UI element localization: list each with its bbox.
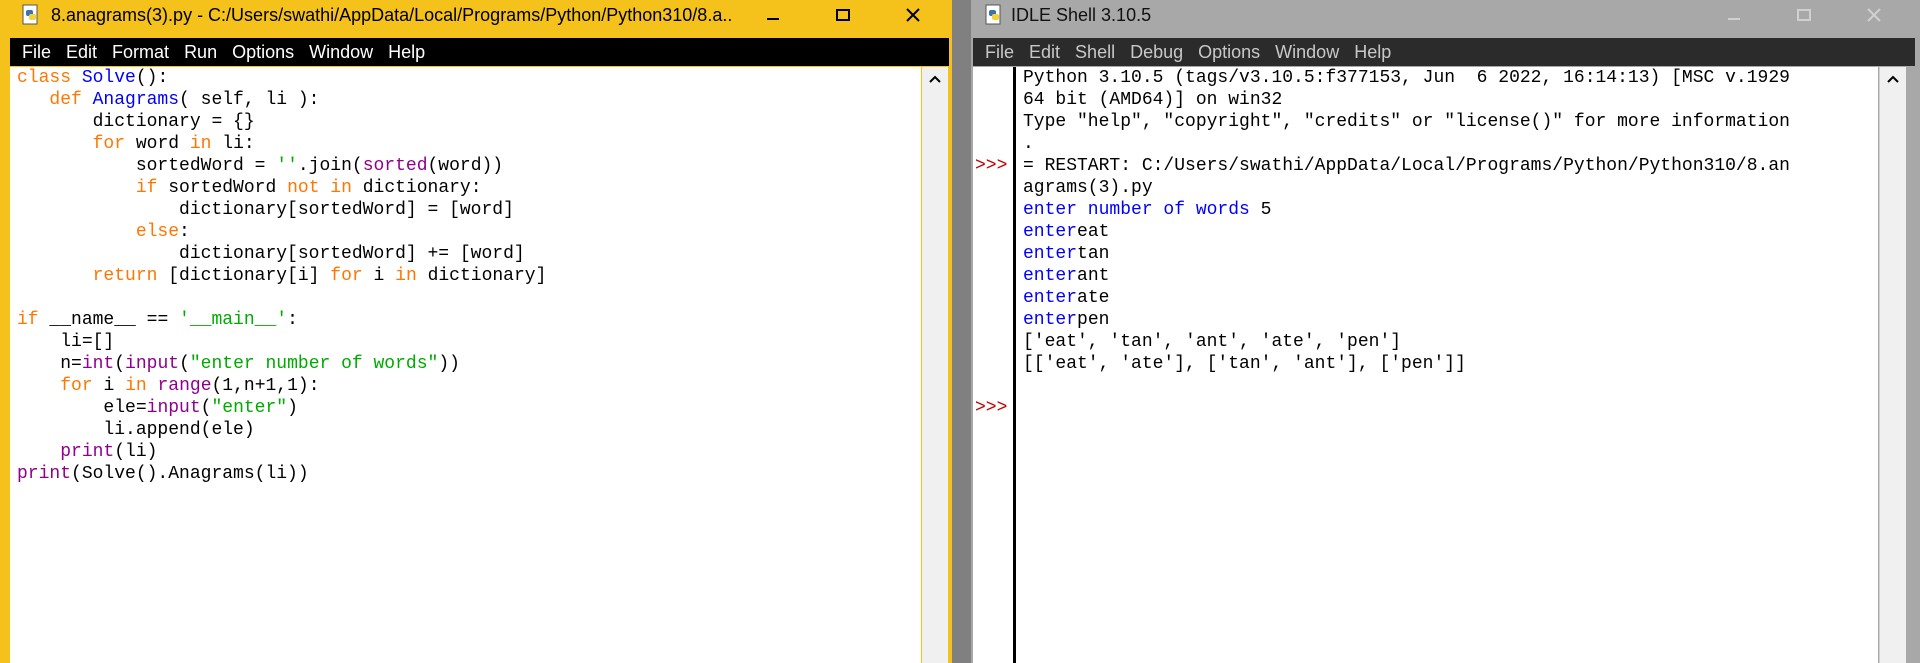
code-line: li.append(ele): [103, 420, 255, 440]
editor-close-button[interactable]: [878, 0, 948, 30]
shell-window: IDLE Shell 3.10.5 File Edit Shell Debug …: [971, 0, 1920, 663]
shell-menu-window[interactable]: Window: [1275, 42, 1339, 63]
code-line: dictionary[sortedWord] = [word]: [179, 200, 514, 220]
maximize-icon: [1797, 9, 1811, 21]
shell-vertical-scrollbar[interactable]: [1879, 67, 1906, 663]
scroll-up-arrow-icon: [929, 75, 941, 83]
shell-line: agrams(3).py: [1023, 178, 1153, 198]
shell-prompt: >>>: [975, 398, 1008, 418]
editor-menu-file[interactable]: File: [22, 42, 51, 63]
shell-line: enterpen: [1023, 310, 1110, 330]
code-line: class Solve():: [17, 68, 169, 88]
shell-titlebar[interactable]: IDLE Shell 3.10.5: [971, 0, 1920, 30]
python-shell-icon: [983, 4, 1005, 26]
editor-menu-format[interactable]: Format: [112, 42, 169, 63]
minimize-icon: [1728, 18, 1740, 20]
code-line: dictionary[sortedWord] += [word]: [179, 244, 525, 264]
scroll-up-arrow-icon: [1887, 75, 1899, 83]
editor-menu-options[interactable]: Options: [232, 42, 294, 63]
scroll-up-button[interactable]: [922, 67, 948, 91]
scroll-up-button[interactable]: [1880, 67, 1906, 91]
shell-window-title: IDLE Shell 3.10.5: [1011, 5, 1152, 25]
shell-line: enterate: [1023, 288, 1110, 308]
editor-menu-edit[interactable]: Edit: [66, 42, 97, 63]
minimize-icon: [767, 18, 779, 20]
shell-line: entertan: [1023, 244, 1110, 264]
code-line: n=int(input("enter number of words")): [60, 354, 460, 374]
editor-menu-window[interactable]: Window: [309, 42, 373, 63]
shell-line: 64 bit (AMD64)] on win32: [1023, 90, 1283, 110]
shell-line: .: [1023, 134, 1034, 154]
editor-menubar: File Edit Format Run Options Window Help: [10, 38, 949, 66]
shell-maximize-button[interactable]: [1769, 0, 1839, 30]
code-line: else:: [135, 222, 190, 242]
shell-line: enterant: [1023, 266, 1110, 286]
shell-menu-options[interactable]: Options: [1198, 42, 1260, 63]
editor-code-area[interactable]: class Solve(): def Anagrams( self, li ):…: [10, 67, 921, 663]
shell-line: entereat: [1023, 222, 1110, 242]
shell-menu-edit[interactable]: Edit: [1029, 42, 1060, 63]
code-line: for i in range(1,n+1,1):: [60, 376, 320, 396]
code-line: if sortedWord not in dictionary:: [135, 178, 482, 198]
editor-minimize-button[interactable]: [738, 0, 808, 30]
code-line: print(Solve().Anagrams(li)): [17, 464, 309, 484]
code-line: print(li): [60, 442, 158, 462]
shell-line: enter number of words 5: [1023, 200, 1272, 220]
code-line: for word in li:: [92, 134, 255, 154]
editor-menu-help[interactable]: Help: [388, 42, 425, 63]
maximize-icon: [836, 9, 850, 21]
shell-line: Python 3.10.5 (tags/v3.10.5:f377153, Jun…: [1023, 68, 1790, 88]
shell-menu-debug[interactable]: Debug: [1130, 42, 1183, 63]
editor-window: 8.anagrams(3).py - C:/Users/swathi/AppDa…: [0, 0, 952, 663]
shell-menu-help[interactable]: Help: [1354, 42, 1391, 63]
shell-line: Type "help", "copyright", "credits" or "…: [1023, 112, 1790, 132]
code-line: def Anagrams( self, li ):: [49, 90, 320, 110]
editor-maximize-button[interactable]: [808, 0, 878, 30]
code-line: return [dictionary[i] for i in dictionar…: [92, 266, 547, 286]
shell-line: [['eat', 'ate'], ['tan', 'ant'], ['pen']…: [1023, 354, 1466, 374]
code-line: [17, 287, 921, 309]
code-line: ele=input("enter"): [103, 398, 298, 418]
editor-window-title: 8.anagrams(3).py - C:/Users/swathi/AppDa…: [51, 5, 733, 25]
shell-output-area[interactable]: Python 3.10.5 (tags/v3.10.5:f377153, Jun…: [1016, 67, 1878, 663]
code-line: dictionary = {}: [92, 112, 255, 132]
shell-menubar: File Edit Shell Debug Options Window Hel…: [973, 38, 1915, 66]
python-file-icon: [20, 4, 42, 26]
code-line: li=[]: [60, 332, 115, 352]
close-icon: [906, 8, 920, 22]
editor-vertical-scrollbar[interactable]: [922, 67, 948, 663]
shell-menu-shell[interactable]: Shell: [1075, 42, 1115, 63]
shell-line: ['eat', 'tan', 'ant', 'ate', 'pen']: [1023, 332, 1402, 352]
shell-prompt-gutter: >>> >>>: [973, 67, 1016, 663]
shell-close-button[interactable]: [1839, 0, 1909, 30]
shell-prompt: >>>: [975, 156, 1008, 176]
code-line: sortedWord = ''.join(sorted(word)): [135, 156, 504, 176]
shell-line: = RESTART: C:/Users/swathi/AppData/Local…: [1023, 156, 1790, 176]
editor-menu-run[interactable]: Run: [184, 42, 217, 63]
editor-titlebar[interactable]: 8.anagrams(3).py - C:/Users/swathi/AppDa…: [0, 0, 952, 30]
shell-minimize-button[interactable]: [1699, 0, 1769, 30]
code-line: if __name__ == '__main__':: [17, 310, 298, 330]
shell-menu-file[interactable]: File: [985, 42, 1014, 63]
close-icon: [1867, 8, 1881, 22]
